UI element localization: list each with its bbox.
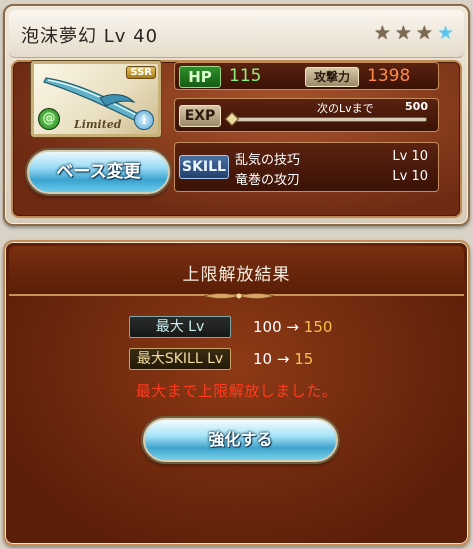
exp-progress-bar bbox=[231, 117, 427, 122]
info-icon[interactable]: i bbox=[134, 110, 154, 130]
atk-value: 1398 bbox=[367, 66, 411, 86]
bronze-star-icon: ★ bbox=[394, 22, 412, 44]
hp-atk-row: HP 115 攻撃力 1398 bbox=[174, 62, 439, 90]
result-title: 上限解放結果 bbox=[182, 265, 291, 285]
result-header: 上限解放結果 bbox=[9, 246, 464, 296]
max-skill-new: 15 bbox=[294, 350, 314, 368]
ssr-badge: SSR bbox=[126, 66, 156, 79]
rarity-stars: ★ ★ ★ ★ bbox=[374, 22, 454, 44]
max-lv-change: 100 → 150 bbox=[253, 318, 332, 336]
skill-name: 竜巻の攻刃 bbox=[235, 173, 301, 188]
skill-name: 乱気の技巧 bbox=[235, 153, 301, 168]
skill-level: Lv 10 bbox=[392, 149, 428, 164]
skill-level: Lv 10 bbox=[392, 169, 428, 184]
weapon-thumbnail[interactable]: SSR @ Limited i bbox=[31, 61, 161, 137]
wind-element-icon: @ bbox=[38, 108, 60, 130]
exp-next-value: 500 bbox=[405, 100, 428, 113]
max-lv-old: 100 bbox=[253, 318, 282, 336]
arrow-icon: → bbox=[276, 350, 290, 368]
atk-label: 攻撃力 bbox=[305, 67, 359, 87]
base-change-button[interactable]: ベース変更 bbox=[27, 150, 170, 194]
max-skill-lv-label: 最大SKILL Lv bbox=[129, 348, 231, 370]
bronze-star-icon: ★ bbox=[415, 22, 433, 44]
skill-row: SKILL 乱気の技巧 Lv 10 竜巻の攻刃 Lv 10 bbox=[174, 142, 439, 192]
max-skill-change: 10 → 15 bbox=[253, 350, 313, 368]
ornament-icon bbox=[204, 293, 274, 299]
max-lv-new: 150 bbox=[303, 318, 333, 336]
exp-next-label: 次のLvまで bbox=[317, 102, 374, 115]
arrow-icon: → bbox=[286, 318, 299, 336]
limited-label: Limited bbox=[74, 118, 122, 131]
max-skill-old: 10 bbox=[253, 350, 273, 368]
blue-star-icon: ★ bbox=[436, 22, 454, 44]
skill-label: SKILL bbox=[179, 155, 229, 179]
weapon-title: 泡沫夢幻 Lv 40 bbox=[21, 26, 159, 47]
hp-label: HP bbox=[179, 66, 221, 88]
upgrade-button[interactable]: 強化する bbox=[143, 418, 338, 462]
max-lv-label: 最大 Lv bbox=[129, 316, 231, 338]
exp-knob-icon bbox=[224, 111, 240, 127]
hp-value: 115 bbox=[229, 66, 262, 86]
limit-break-result-panel: 上限解放結果 最大 Lv 100 → 150 最大SKILL Lv 10 → 1… bbox=[3, 240, 470, 546]
result-message: 最大まで上限解放しました。 bbox=[135, 382, 338, 400]
bronze-star-icon: ★ bbox=[373, 22, 391, 44]
exp-row: EXP 次のLvまで 500 bbox=[174, 98, 439, 132]
exp-label: EXP bbox=[179, 105, 221, 127]
weapon-header: 泡沫夢幻 Lv 40 ★ ★ ★ ★ bbox=[9, 10, 464, 58]
